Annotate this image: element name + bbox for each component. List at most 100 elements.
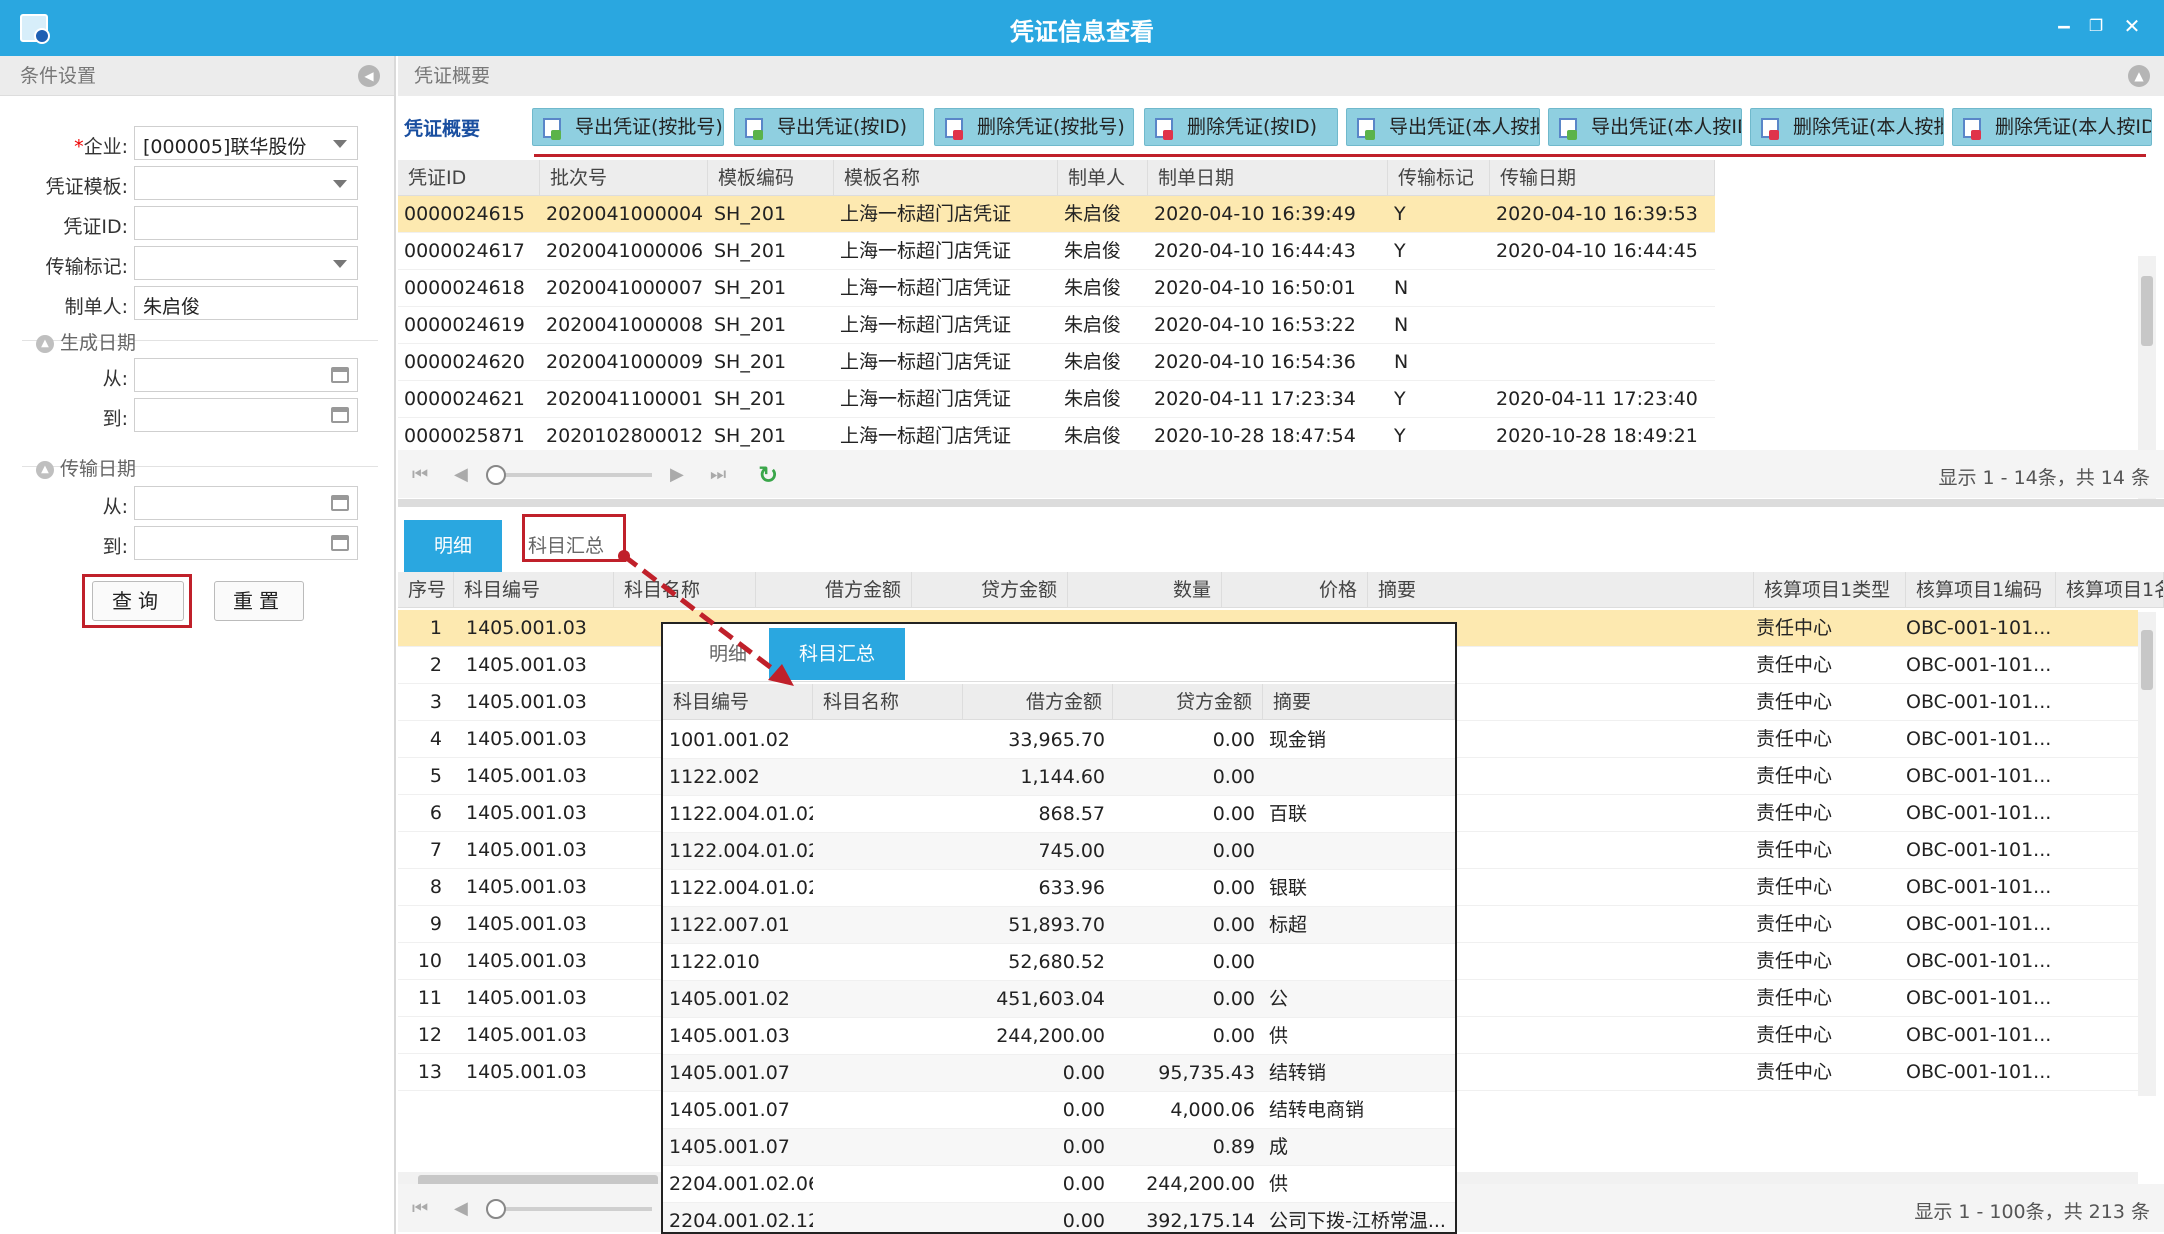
table-cell: 现金销: [1269, 729, 1327, 751]
column-header[interactable]: 批次号: [540, 160, 708, 196]
transfer-flag-select[interactable]: [134, 246, 358, 280]
popup-tab-subject-summary[interactable]: 科目汇总: [769, 628, 905, 680]
table-row[interactable]: 1122.010 52,680.52 0.00: [663, 944, 1455, 981]
trans-date-group[interactable]: ▲ 传输日期: [36, 454, 136, 481]
page-slider-knob[interactable]: [486, 465, 506, 485]
delete-own-by-batch-button[interactable]: 删除凭证(本人按批: [1750, 108, 1944, 146]
delete-by-id-button[interactable]: 删除凭证(按ID): [1144, 108, 1338, 146]
column-header[interactable]: 核算项目1编码: [1906, 572, 2056, 608]
tab-detail[interactable]: 明细: [404, 520, 502, 572]
export-own-by-batch-button[interactable]: 导出凭证(本人按批: [1346, 108, 1540, 146]
calendar-icon[interactable]: [331, 535, 349, 551]
table-row[interactable]: 1122.007.01 51,893.70 0.00 标超: [663, 907, 1455, 944]
company-select[interactable]: [000005]联华股份: [134, 126, 358, 160]
table-row[interactable]: 0000024621 2020041100001 SH_201 上海一标超门店凭证 朱启…: [398, 381, 1715, 418]
table-row[interactable]: 0000024620 2020041000009 SH_201 上海一标超门店凭证 朱启…: [398, 344, 1715, 381]
column-header[interactable]: 模板名称: [834, 160, 1058, 196]
table-row[interactable]: 2204.001.02.12 0.00 392,175.14 公司下拨-江桥常温...: [663, 1203, 1455, 1232]
table-row[interactable]: 1405.001.07 0.00 95,735.43 结转销: [663, 1055, 1455, 1092]
main-header-title: 凭证概要: [414, 65, 491, 87]
prev-page-icon[interactable]: ◀: [454, 464, 468, 485]
table-row[interactable]: 0000024617 2020041000006 SH_201 上海一标超门店凭证 朱启…: [398, 233, 1715, 270]
trans-date-to-input[interactable]: [134, 526, 358, 560]
column-header[interactable]: 摘要: [1368, 572, 1754, 608]
first-page-icon[interactable]: ⏮: [412, 1198, 428, 1219]
column-header[interactable]: 借方金额: [963, 684, 1113, 720]
column-header[interactable]: 贷方金额: [912, 572, 1068, 608]
panel-splitter[interactable]: [398, 499, 2164, 507]
column-header[interactable]: 科目编号: [663, 684, 813, 720]
column-header[interactable]: 贷方金额: [1113, 684, 1263, 720]
collapse-left-icon[interactable]: ◀: [358, 65, 380, 87]
column-header[interactable]: 序号: [398, 572, 454, 608]
first-page-icon[interactable]: ⏮: [412, 464, 428, 485]
close-button[interactable]: ✕: [2118, 12, 2146, 40]
trans-date-from-input[interactable]: [134, 486, 358, 520]
calendar-icon[interactable]: [331, 407, 349, 423]
table-cell: 1122.004.01.02: [669, 877, 813, 899]
column-header[interactable]: 制单人: [1058, 160, 1148, 196]
column-header[interactable]: 科目名称: [614, 572, 756, 608]
export-by-batch-button[interactable]: 导出凭证(按批号): [532, 108, 724, 146]
voucher-id-input[interactable]: [134, 206, 358, 240]
column-header[interactable]: 传输日期: [1490, 160, 1715, 196]
table-row[interactable]: 0000024615 2020041000004 SH_201 上海一标超门店凭证 朱启…: [398, 196, 1715, 233]
table-row[interactable]: 1405.001.03 244,200.00 0.00 供: [663, 1018, 1455, 1055]
table-row[interactable]: 1122.004.01.02 868.57 0.00 百联: [663, 796, 1455, 833]
restore-button[interactable]: ❐: [2082, 12, 2110, 40]
calendar-icon[interactable]: [331, 367, 349, 383]
table-cell: [1263, 833, 1455, 870]
table-cell: 2020041000006: [546, 240, 704, 262]
template-select[interactable]: [134, 166, 358, 200]
calendar-icon[interactable]: [331, 495, 349, 511]
table-row[interactable]: 0000024618 2020041000007 SH_201 上海一标超门店凭证 朱启…: [398, 270, 1715, 307]
table-row[interactable]: 1405.001.07 0.00 4,000.06 结转电商销: [663, 1092, 1455, 1129]
gen-date-to-input[interactable]: [134, 398, 358, 432]
table-cell: 0.89: [1212, 1136, 1255, 1158]
gen-date-from-input[interactable]: [134, 358, 358, 392]
table-row[interactable]: 1122.004.01.02 633.96 0.00 银联: [663, 870, 1455, 907]
reset-button[interactable]: 重置: [214, 581, 304, 621]
scroll-thumb[interactable]: [2141, 276, 2153, 346]
column-header[interactable]: 借方金额: [756, 572, 912, 608]
delete-own-by-id-button[interactable]: 删除凭证(本人按ID: [1952, 108, 2152, 146]
detail-vertical-scrollbar[interactable]: [2138, 612, 2156, 1096]
table-row[interactable]: 1122.002 1,144.60 0.00: [663, 759, 1455, 796]
page-slider-knob[interactable]: [486, 1199, 506, 1219]
column-header[interactable]: 数量: [1068, 572, 1222, 608]
table-row[interactable]: 1122.004.01.02 745.00 0.00: [663, 833, 1455, 870]
delete-by-batch-button[interactable]: 删除凭证(按批号): [934, 108, 1134, 146]
maker-input[interactable]: 朱启俊: [134, 286, 358, 320]
table-row[interactable]: 0000024619 2020041000008 SH_201 上海一标超门店凭证 朱启…: [398, 307, 1715, 344]
table-row[interactable]: 1001.001.02 33,965.70 0.00 现金销: [663, 722, 1455, 759]
column-header[interactable]: 价格: [1222, 572, 1368, 608]
prev-page-icon[interactable]: ◀: [454, 1198, 468, 1219]
column-header[interactable]: 科目名称: [813, 684, 963, 720]
column-header[interactable]: 模板编码: [708, 160, 834, 196]
column-header[interactable]: 核算项目1类型: [1754, 572, 1906, 608]
column-header[interactable]: 摘要: [1263, 684, 1455, 720]
column-header[interactable]: 核算项目1名称: [2056, 572, 2164, 608]
export-own-by-id-button[interactable]: 导出凭证(本人按ID: [1548, 108, 1742, 146]
last-page-icon[interactable]: ⏭: [710, 464, 726, 485]
next-page-icon[interactable]: ▶: [670, 464, 684, 485]
popup-tab-detail[interactable]: 明细: [683, 628, 773, 680]
row-number: 2: [429, 654, 442, 676]
refresh-icon[interactable]: ↻: [758, 461, 778, 489]
scroll-thumb[interactable]: [2141, 630, 2153, 690]
page-slider[interactable]: [490, 473, 652, 477]
table-row[interactable]: 1405.001.07 0.00 0.89 成: [663, 1129, 1455, 1166]
table-row[interactable]: 1405.001.02 451,603.04 0.00 公: [663, 981, 1455, 1018]
collapse-up-icon[interactable]: ▲: [2128, 65, 2150, 87]
table-row[interactable]: 2204.001.02.06 0.00 244,200.00 供: [663, 1166, 1455, 1203]
export-by-id-button[interactable]: 导出凭证(按ID): [734, 108, 924, 146]
column-header[interactable]: 制单日期: [1148, 160, 1388, 196]
column-header[interactable]: 科目编号: [454, 572, 614, 608]
detail-grid-header: 序号 科目编号 科目名称 借方金额 贷方金额 数量 价格 摘要 核算项目1类型 …: [398, 572, 2164, 608]
column-header[interactable]: 凭证ID: [398, 160, 540, 196]
column-header[interactable]: 传输标记: [1388, 160, 1490, 196]
query-button[interactable]: 查询: [92, 581, 184, 621]
minimize-button[interactable]: ‒: [2050, 12, 2078, 40]
page-slider[interactable]: [490, 1207, 652, 1211]
gen-date-group[interactable]: ▲ 生成日期: [36, 328, 136, 355]
